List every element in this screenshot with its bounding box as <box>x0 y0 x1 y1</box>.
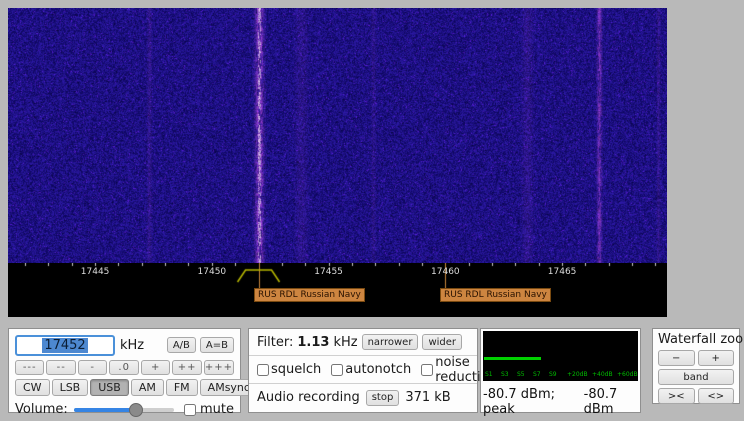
s-meter-scale-label: +20dB <box>567 371 588 379</box>
current-level-readout: -80.7 dBm; peak <box>483 387 570 417</box>
scale-tick-label: 17450 <box>198 267 227 277</box>
waterfall-display[interactable] <box>8 8 667 263</box>
frequency-scale[interactable]: RUS RDL Russian Navy RUS RDL Russian Nav… <box>8 263 667 317</box>
peak-level-readout: -80.7 dBm <box>584 387 638 417</box>
recording-size: 371 kB <box>405 390 450 405</box>
station-label-rus-rdl-17452[interactable]: RUS RDL Russian Navy <box>254 288 365 302</box>
mode-lsb-button[interactable]: LSB <box>52 379 89 396</box>
mode-fm-button[interactable]: FM <box>166 379 198 396</box>
mode-usb-button[interactable]: USB <box>90 379 129 396</box>
mute-checkbox[interactable] <box>184 404 196 416</box>
waterfall-narrow-button[interactable]: >< <box>658 388 695 404</box>
step-up-large-button[interactable]: +++ <box>204 360 234 375</box>
s-meter-scale-label: +40dB <box>592 371 613 379</box>
mode-am-button[interactable]: AM <box>131 379 164 396</box>
waterfall-area: RUS RDL Russian Navy RUS RDL Russian Nav… <box>8 8 667 317</box>
s-meter-scale-label: S7 <box>533 371 541 379</box>
ab-copy-button[interactable]: A=B <box>200 337 234 353</box>
s-meter-scale-label: +60dB <box>617 371 638 379</box>
signal-readout: -80.7 dBm; peak -80.7 dBm <box>483 387 638 417</box>
autonotch-label: autonotch <box>345 362 411 377</box>
noise-reduction-checkbox[interactable] <box>421 364 433 376</box>
frequency-value: 17452 <box>42 338 87 353</box>
waterfall-widen-button[interactable]: <> <box>698 388 735 404</box>
squelch-checkbox[interactable] <box>257 364 269 376</box>
squelch-label: squelch <box>271 362 321 377</box>
step-down-small-button[interactable]: - <box>78 360 107 375</box>
waterfall-zoom-out-button[interactable]: − <box>658 350 695 366</box>
autonotch-checkbox[interactable] <box>331 364 343 376</box>
frequency-input[interactable]: 17452 <box>15 335 115 356</box>
waterfall-band-button[interactable]: band <box>658 369 734 385</box>
volume-label: Volume: <box>15 402 68 417</box>
ab-toggle-button[interactable]: A/B <box>167 337 196 353</box>
step-up-medium-button[interactable]: ++ <box>172 360 201 375</box>
scale-tick-label: 17445 <box>81 267 110 277</box>
volume-slider-thumb[interactable] <box>129 403 143 417</box>
s-meter-panel: S1S3S5S7S9+20dB+40dB+60dB -80.7 dBm; pea… <box>480 328 641 413</box>
recording-stop-button[interactable]: stop <box>366 390 400 406</box>
filter-panel: Filter: 1.13 kHz narrower wider squelch … <box>248 328 478 413</box>
step-down-large-button[interactable]: --- <box>15 360 44 375</box>
s-meter: S1 S3 S5 S7 S9 +20dB +40dB +60dB <box>483 331 638 381</box>
s-meter-scale-label: S1 <box>485 371 493 379</box>
step-round-button[interactable]: .0 <box>109 360 138 375</box>
step-up-small-button[interactable]: + <box>141 360 170 375</box>
filter-unit-label: kHz <box>333 335 357 350</box>
s-meter-scale-label: S3 <box>501 371 509 379</box>
tuning-panel: 17452 kHz A/B A=B --- -- - .0 + ++ +++ C… <box>8 328 241 413</box>
filter-narrower-button[interactable]: narrower <box>362 334 419 350</box>
volume-slider-fill <box>74 408 136 412</box>
s-meter-bar <box>484 357 541 360</box>
filter-wider-button[interactable]: wider <box>422 334 462 350</box>
audio-recording-label: Audio recording <box>257 390 360 405</box>
scale-tick-label: 17455 <box>314 267 343 277</box>
mode-cw-button[interactable]: CW <box>15 379 50 396</box>
s-meter-scale: S1 S3 S5 S7 S9 +20dB +40dB +60dB <box>483 371 638 381</box>
s-meter-scale-label: S9 <box>549 371 557 379</box>
waterfall-zoom-panel: Waterfall zoom − + band >< <> <box>652 328 740 404</box>
scale-tick-label: 17465 <box>548 267 577 277</box>
volume-slider[interactable] <box>74 403 174 417</box>
station-label-rus-rdl-17460[interactable]: RUS RDL Russian Navy <box>440 288 551 302</box>
step-down-medium-button[interactable]: -- <box>46 360 75 375</box>
s-meter-scale-label: S5 <box>517 371 525 379</box>
filter-bandwidth-value: 1.13 <box>297 335 329 350</box>
filter-label: Filter: <box>257 335 293 350</box>
scale-tick-label: 17460 <box>431 267 460 277</box>
waterfall-zoom-in-button[interactable]: + <box>698 350 735 366</box>
mute-label: mute <box>200 402 234 417</box>
frequency-unit-label: kHz <box>120 338 144 353</box>
waterfall-zoom-title: Waterfall zoom <box>658 332 734 347</box>
